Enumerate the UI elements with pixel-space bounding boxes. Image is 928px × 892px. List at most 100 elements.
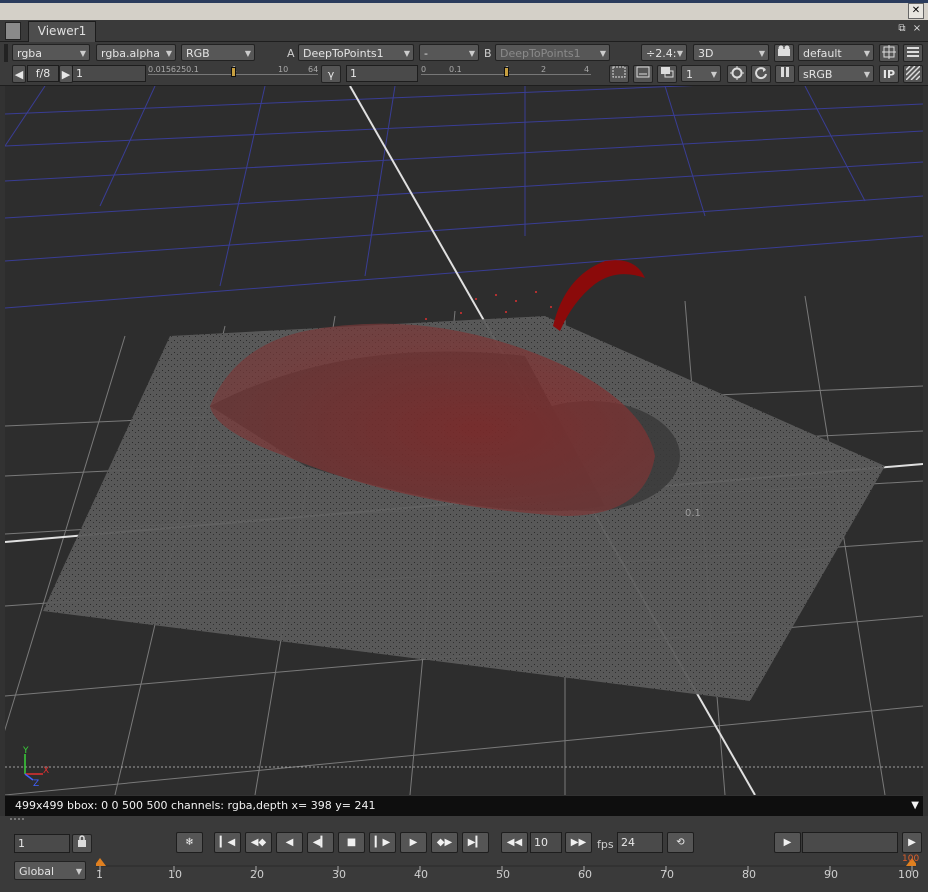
timeline-ruler[interactable]: 1 10 20 30 40 50 60 70 80 90 100 100 [96,854,919,884]
chevron-down-icon: ▼ [244,49,251,58]
pause-icon[interactable] [775,65,795,83]
fstop-display[interactable]: f/8 [27,65,59,82]
ruler-label: 20 [250,868,264,881]
flipbook-icon[interactable]: ▶ [774,832,801,853]
ruler-label: 90 [824,868,838,881]
close-window-icon[interactable]: ✕ [908,3,924,19]
stop-icon[interactable]: ■ [338,832,365,853]
gamma-slider[interactable]: 0 0.1 1 2 4 [421,65,591,82]
skip-forward-increment-icon[interactable]: ▶▶ [565,832,592,853]
lut-value: sRGB [803,68,833,81]
float-pane-icon[interactable]: ⧉ [896,23,908,35]
chevron-down-icon: ▼ [79,49,86,58]
play-backward-icon[interactable]: ◀▎ [307,832,334,853]
viewer-lut-dropdown[interactable]: sRGB ▼ [798,65,874,82]
toolbar-grip [4,44,8,62]
status-text: 499x499 bbox: 0 0 500 500 channels: rgba… [15,799,376,812]
gamma-field[interactable]: 1 [346,65,418,82]
gamma-toggle-button[interactable]: γ [321,65,341,83]
viewer-toolbar-top: rgba ▼ rgba.alpha ▼ RGB ▼ A DeepToPoints1 ▼ … [0,42,928,64]
camera-dropdown[interactable]: default ▼ [798,44,874,61]
lock-frame-icon[interactable] [72,834,92,853]
increment-field[interactable]: 10 [530,832,562,853]
go-to-end-icon[interactable]: ▶▎ [462,832,489,853]
status-menu-icon[interactable]: ▼ [911,796,919,816]
input-a-dropdown[interactable]: DeepToPoints1 ▼ [298,44,414,61]
ruler-label: 70 [660,868,674,881]
camera-lock-icon[interactable] [774,44,794,62]
ruler-label: 40 [414,868,428,881]
gamma-slider-handle[interactable] [504,67,509,77]
viewport-scene: 0.1 Y X Z [5,86,923,795]
timeline-menu-icon[interactable]: ▶ [902,832,922,853]
render-target-icon[interactable] [727,65,747,83]
playhead-marker[interactable] [96,858,106,866]
proxy-icon[interactable] [657,65,677,83]
wipe-op-dropdown[interactable]: - ▼ [419,44,479,61]
chevron-down-icon: ▼ [599,49,606,58]
fps-field[interactable]: 24 [617,832,663,853]
input-b-value: DeepToPoints1 [500,47,581,60]
display-channel-dropdown[interactable]: RGB ▼ [181,44,255,61]
frame-range-dropdown[interactable]: Global ▼ [14,861,86,880]
skip-back-increment-icon[interactable]: ◀◀ [501,832,528,853]
chevron-down-icon: ▼ [758,49,765,58]
viewer-settings-icon[interactable] [903,44,923,62]
chevron-down-icon: ▼ [710,70,717,79]
chevron-down-icon: ▼ [863,49,870,58]
gamma-tick: 0.1 [449,65,462,74]
go-to-start-icon[interactable]: ▎◀ [214,832,241,853]
fstop-increase-icon[interactable]: ▶ [59,65,73,83]
tab-viewer1[interactable]: Viewer1 [28,21,96,42]
frame-fit-icon[interactable] [879,44,899,62]
step-back-icon[interactable]: ◀ [276,832,303,853]
layer-dropdown[interactable]: rgba.alpha ▼ [96,44,176,61]
ruler-label: 50 [496,868,510,881]
downrez-dropdown[interactable]: ÷2.4: ▼ [641,44,687,61]
view-mode-value: 3D [698,47,714,60]
play-forward-icon[interactable]: ▎▶ [369,832,396,853]
input-b-label: B [484,47,492,60]
ruler-label: 10 [168,868,182,881]
striped-overlay-icon[interactable] [903,65,923,83]
loop-mode-icon[interactable]: ⟲ [667,832,694,853]
channels-value: rgba [17,47,43,60]
timeline-grip [10,818,24,828]
step-forward-icon[interactable]: ▶ [400,832,427,853]
proxy-dropdown[interactable]: 1 ▼ [681,65,721,82]
layer-value: rgba.alpha [101,47,161,60]
roi-icon[interactable] [609,65,629,83]
gamma-tick: 4 [584,65,590,74]
snowflake-icon[interactable]: ❄ [176,832,203,853]
3d-viewport[interactable]: 0.1 Y X Z [5,86,923,795]
frame-field[interactable]: 1 [14,834,70,853]
downrez-value: ÷2.4: [646,47,677,60]
input-a-value: DeepToPoints1 [303,47,384,60]
viewer-window: ✕ Viewer1 ⧉ × rgba ▼ rgba.alpha ▼ RGB ▼ A D… [0,0,928,892]
chevron-down-icon: ▼ [863,70,870,79]
range-mode-value: Global [19,865,55,878]
chevron-down-icon: ▼ [165,49,172,58]
gain-slider-handle[interactable] [231,67,236,77]
camera-value: default [803,47,842,60]
next-keyframe-icon[interactable]: ◆▶ [431,832,458,853]
gain-slider[interactable]: 0.0156250.1 1 10 64 [148,65,318,82]
tab-bar: Viewer1 ⧉ × [0,20,928,42]
gain-tick: 10 [278,65,289,74]
gain-field[interactable]: 1 [72,65,146,82]
refresh-icon[interactable] [751,65,771,83]
input-a-label: A [287,47,295,60]
input-process-button[interactable]: IP [879,65,899,83]
channels-dropdown[interactable]: rgba ▼ [12,44,90,61]
fstop-decrease-icon[interactable]: ◀ [12,65,26,83]
input-b-dropdown[interactable]: DeepToPoints1 ▼ [495,44,610,61]
safe-area-icon[interactable] [633,65,653,83]
view-mode-dropdown[interactable]: 3D ▼ [693,44,769,61]
axis-y-label: Y [22,746,29,756]
flipbook-field[interactable] [802,832,898,853]
display-value: RGB [186,47,210,60]
pane-grip-icon[interactable] [5,22,21,40]
window-titlebar: ✕ [0,0,928,21]
previous-keyframe-icon[interactable]: ◀◆ [245,832,272,853]
close-pane-icon[interactable]: × [911,23,923,35]
